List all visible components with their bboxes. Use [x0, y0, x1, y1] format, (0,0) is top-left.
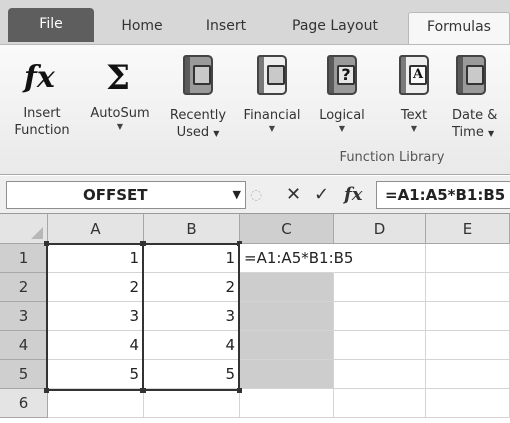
cell-e3[interactable]	[426, 302, 510, 331]
autosum-button[interactable]: Σ AutoSum ▼	[80, 53, 160, 132]
cell-e4[interactable]	[426, 331, 510, 360]
cell-b3[interactable]: 3	[144, 302, 240, 331]
recently-used-label-2: Used	[176, 125, 210, 140]
insert-function-button[interactable]: fx Insert Function	[6, 53, 78, 139]
financial-label: Financial	[243, 108, 301, 123]
insert-function-fx-icon[interactable]: fx	[344, 181, 362, 209]
date-time-dropdown-icon[interactable]: ▼	[488, 129, 494, 138]
recently-used-dropdown-icon[interactable]: ▼	[213, 129, 219, 138]
formula-bar-resize-icon: ◌	[250, 187, 263, 203]
book-question-icon	[310, 55, 374, 101]
cell-a4[interactable]: 4	[48, 331, 144, 360]
logical-button[interactable]: Logical ▼	[310, 53, 374, 134]
formula-input[interactable]: =A1:A5*B1:B5	[376, 181, 510, 209]
cell-a6[interactable]	[48, 389, 144, 418]
cell-b6[interactable]	[144, 389, 240, 418]
book-text-icon	[392, 55, 436, 101]
cell-a3[interactable]: 3	[48, 302, 144, 331]
cell-d5[interactable]	[334, 360, 426, 389]
date-time-label-1: Date &	[452, 108, 498, 123]
cell-e1[interactable]	[426, 244, 510, 273]
name-box[interactable]: OFFSET ▼	[6, 181, 246, 209]
cell-c4[interactable]	[240, 331, 334, 360]
row-header-1[interactable]: 1	[0, 244, 48, 273]
insert-function-label-2: Function	[14, 123, 70, 138]
insert-function-label-1: Insert	[23, 106, 61, 121]
cell-a2[interactable]: 2	[48, 273, 144, 302]
logical-label: Logical	[319, 108, 365, 123]
cell-a1[interactable]: 1	[48, 244, 144, 273]
text-label: Text	[400, 108, 428, 123]
row-header-2[interactable]: 2	[0, 273, 48, 302]
tab-home[interactable]: Home	[106, 12, 178, 44]
name-box-dropdown-icon[interactable]: ▼	[233, 182, 241, 208]
column-header-d[interactable]: D	[334, 214, 426, 244]
recently-used-label-1: Recently	[169, 108, 227, 123]
row-header-4[interactable]: 4	[0, 331, 48, 360]
cell-e6[interactable]	[426, 389, 510, 418]
autosum-label: AutoSum	[90, 106, 150, 121]
ribbon: fx Insert Function Σ AutoSum ▼ Recently …	[0, 44, 510, 175]
cell-c3[interactable]	[240, 302, 334, 331]
cell-b1[interactable]: 1	[144, 244, 240, 273]
svg-text:fx: fx	[22, 60, 56, 95]
worksheet-grid: A B C D E 1 2 3 4 5 6 1 2 3 4 5 1 2 3 4 …	[0, 214, 510, 423]
formula-bar: OFFSET ▼ ◌ ✕ ✓ fx =A1:A5*B1:B5	[0, 176, 510, 214]
date-time-button[interactable]: Date & Time ▼	[452, 53, 510, 142]
cell-c1-formula-part2: B1:B5	[308, 249, 354, 267]
cell-c1[interactable]: =A1:A5*B1:B5	[240, 244, 353, 273]
logical-dropdown-icon[interactable]: ▼	[310, 124, 374, 134]
cell-b2[interactable]: 2	[144, 273, 240, 302]
cell-c2[interactable]	[240, 273, 334, 302]
autosum-dropdown-icon[interactable]: ▼	[80, 122, 160, 132]
function-library-group-label: Function Library	[339, 150, 445, 165]
date-time-label-2: Time	[452, 125, 484, 140]
cancel-icon[interactable]: ✕	[286, 181, 301, 209]
book-calendar-icon	[456, 55, 510, 101]
tab-page-layout[interactable]: Page Layout	[272, 12, 398, 44]
cell-c1-formula-part1: =A1:A5*	[244, 249, 309, 267]
cell-d6[interactable]	[334, 389, 426, 418]
fx-icon: fx	[6, 53, 78, 99]
row-header-6[interactable]: 6	[0, 389, 48, 418]
cell-b4[interactable]: 4	[144, 331, 240, 360]
row-header-5[interactable]: 5	[0, 360, 48, 389]
cell-e5[interactable]	[426, 360, 510, 389]
cell-d4[interactable]	[334, 331, 426, 360]
cell-e2[interactable]	[426, 273, 510, 302]
column-header-b[interactable]: B	[144, 214, 240, 244]
tab-file[interactable]: File	[8, 8, 94, 42]
column-header-c[interactable]: C	[240, 214, 334, 244]
ribbon-tab-strip: File Home Insert Page Layout Formulas	[0, 0, 510, 44]
cell-c5[interactable]	[240, 360, 334, 389]
tab-insert[interactable]: Insert	[190, 12, 262, 44]
tab-formulas[interactable]: Formulas	[408, 12, 510, 44]
select-all-corner[interactable]	[0, 214, 48, 244]
cell-a5[interactable]: 5	[48, 360, 144, 389]
sigma-icon: Σ	[80, 53, 160, 99]
enter-icon[interactable]: ✓	[314, 181, 329, 209]
text-button[interactable]: Text ▼	[392, 53, 436, 134]
column-header-e[interactable]: E	[426, 214, 510, 244]
financial-dropdown-icon[interactable]: ▼	[236, 124, 308, 134]
row-header-3[interactable]: 3	[0, 302, 48, 331]
name-box-value: OFFSET	[83, 186, 148, 204]
svg-text:Σ: Σ	[106, 58, 130, 98]
book-money-icon	[236, 55, 308, 101]
text-dropdown-icon[interactable]: ▼	[392, 124, 436, 134]
cell-c6[interactable]	[240, 389, 334, 418]
recently-used-button[interactable]: Recently Used ▼	[160, 53, 236, 142]
cell-d2[interactable]	[334, 273, 426, 302]
book-star-icon	[160, 55, 236, 101]
financial-button[interactable]: Financial ▼	[236, 53, 308, 134]
column-header-a[interactable]: A	[48, 214, 144, 244]
cell-b5[interactable]: 5	[144, 360, 240, 389]
cell-d3[interactable]	[334, 302, 426, 331]
